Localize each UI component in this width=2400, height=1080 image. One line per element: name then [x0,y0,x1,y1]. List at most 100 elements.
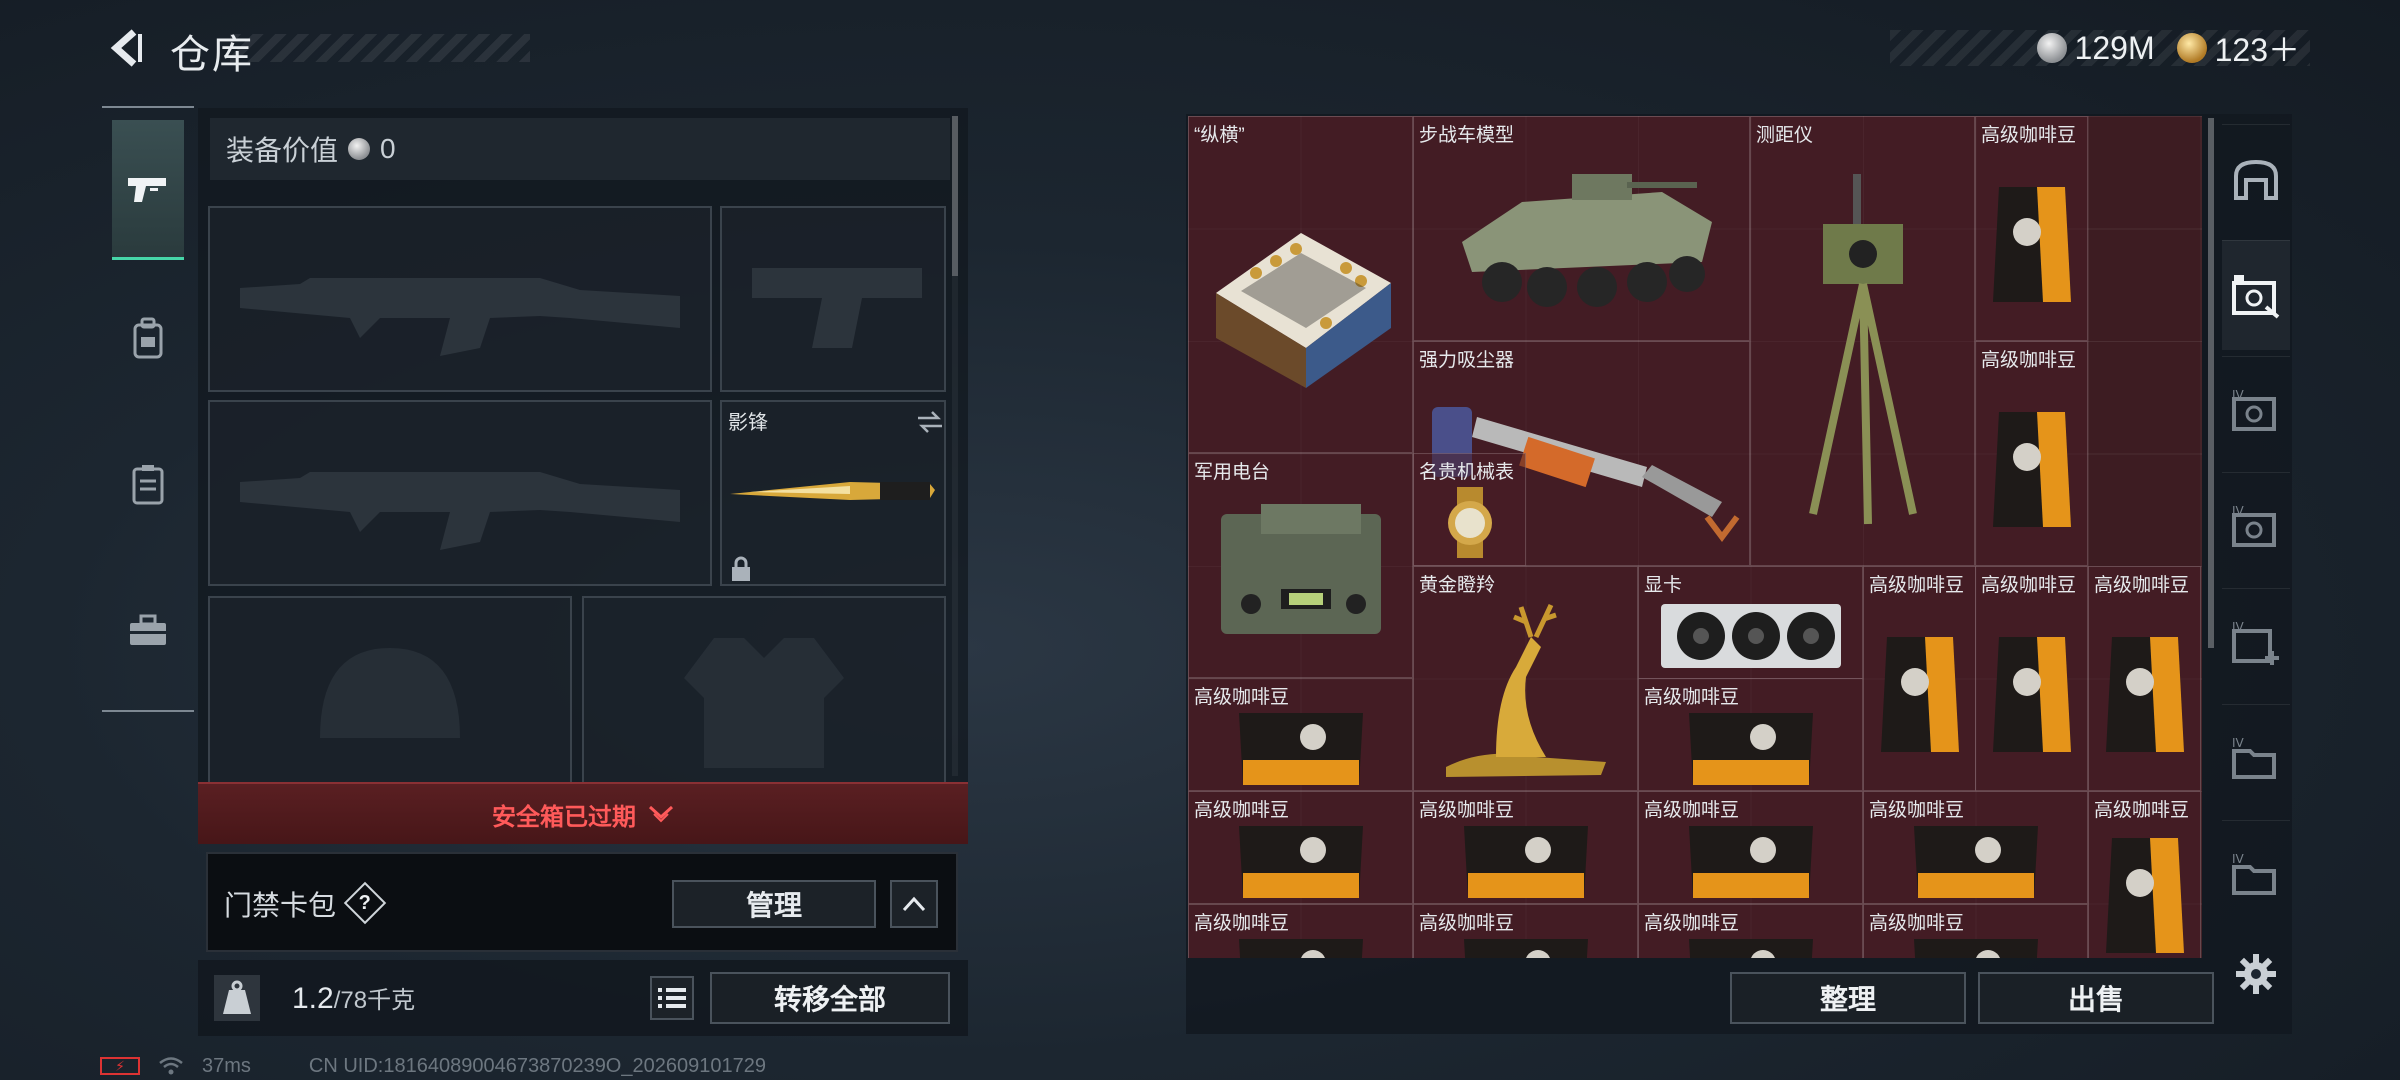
inventory-item[interactable]: 高级咖啡豆 [2088,566,2201,791]
inventory-item[interactable]: 高级咖啡豆 [1188,904,1413,958]
coffee-bag-icon [1864,593,1975,790]
pistol-icon [128,177,166,202]
inventory-item[interactable]: 显卡 [1638,566,1863,679]
tab-weapons[interactable] [112,120,184,260]
toolbox-icon [130,614,166,645]
inventory-item[interactable]: 高级咖啡豆 [2088,791,2201,958]
coffee-bag-flat-icon [1864,818,2087,903]
tab-storage-add[interactable]: IV [2222,588,2290,698]
svg-text:IV: IV [2232,621,2245,634]
weight-readout: 1.2/78千克 [292,980,415,1016]
silver-amount: 129M [2074,29,2155,66]
tab-storage-folder[interactable]: IV [2222,704,2290,814]
back-button[interactable] [100,22,152,74]
inventory-item[interactable]: 测距仪 [1750,116,1975,566]
storage-scrollbar[interactable] [2208,118,2214,648]
coffee-bag-icon [1976,368,2087,565]
coffee-bag-flat-icon [1189,931,1412,958]
sell-button[interactable]: 出售 [1978,972,2214,1024]
tab-all-storage[interactable] [2222,124,2290,234]
system-status-bar: ⚡ 37ms CN UID:18164089004673870239O_2026… [100,1054,766,1078]
transfer-all-button[interactable]: 转移全部 [710,972,950,1024]
swap-icon[interactable] [916,410,944,434]
coffee-bag-flat-icon [1639,705,1862,790]
weight-bag-icon [214,975,260,1021]
safebox-expired-banner[interactable]: 安全箱已过期 [198,782,968,844]
primary-weapon-slot-2[interactable] [208,400,712,586]
storage-folder-icon: IV [2232,737,2276,779]
silver-coin-icon [2036,33,2067,63]
inventory-item[interactable]: 黄金瞪羚 [1413,566,1638,791]
secondary-weapon-slot[interactable] [720,206,946,392]
coffee-bag-icon [1976,143,2087,340]
manage-button[interactable]: 管理 [672,880,876,928]
silver-currency[interactable]: 129M [2036,29,2155,67]
inventory-item[interactable]: 高级咖啡豆 [1863,904,2088,958]
rifle-silhouette-icon [240,278,680,356]
gpu-icon [1639,593,1862,678]
chess-board-icon [1189,143,1412,452]
watch-icon [1414,480,1525,565]
inventory-item[interactable]: 军用电台 [1188,453,1413,678]
page-title: 仓库 [170,33,254,77]
sort-button[interactable]: 整理 [1730,972,1966,1024]
armor-slot[interactable] [582,596,946,786]
inventory-item[interactable]: 高级咖啡豆 [1638,678,1863,791]
tab-storage-folder-2[interactable]: IV [2222,820,2290,930]
settings-button[interactable] [2232,950,2280,998]
tab-vest[interactable] [112,414,184,554]
vest-icon [132,465,164,505]
gold-currency[interactable]: 123＋ [2176,25,2300,71]
inventory-item[interactable]: 高级咖啡豆 [1188,791,1413,904]
collapse-button[interactable] [890,880,938,928]
radio-icon [1189,480,1412,677]
rangefinder-icon [1751,143,1974,565]
chevron-down-icon [648,805,674,823]
helmet-slot[interactable] [208,596,572,786]
equipment-value-label: 装备价值 [226,135,339,166]
melee-name: 影锋 [728,412,768,434]
svg-text:IV: IV [2232,505,2245,518]
tab-storage-4[interactable]: IV [2222,356,2290,466]
coffee-bag-flat-icon [1414,818,1637,903]
storage-grid[interactable]: “纵横” 步战车模型 测距仪 高级咖啡豆 强力吸尘器 高级咖啡豆 军用电台 名贵… [1188,116,2202,958]
melee-slot[interactable]: 影锋 [720,400,946,586]
equipment-scroll-thumb[interactable] [952,116,958,276]
coffee-bag-icon [2089,818,2200,958]
inventory-item[interactable]: 高级咖啡豆 [1975,341,2088,566]
tab-storage-1[interactable] [2222,240,2290,350]
inventory-item[interactable]: 高级咖啡豆 [1188,678,1413,791]
coffee-bag-icon [1976,593,2087,790]
inventory-item[interactable]: 高级咖啡豆 [1863,566,1976,791]
inventory-item[interactable]: 高级咖啡豆 [1863,791,2088,904]
rifle-silhouette-icon [240,472,680,550]
inventory-item[interactable]: 高级咖啡豆 [1975,116,2088,341]
uid-readout: CN UID:18164089004673870239O_20260910172… [308,1054,766,1077]
ifv-model-icon [1414,143,1749,340]
svg-text:IV: IV [2232,853,2245,866]
gear-icon [2236,954,2276,994]
inventory-item[interactable]: 步战车模型 [1413,116,1750,341]
currency-bar: 129M 123＋ [1890,29,2310,68]
svg-text:IV: IV [2232,389,2245,402]
coffee-bag-flat-icon [1189,705,1412,790]
pistol-silhouette-icon [752,268,922,348]
list-view-button[interactable] [650,976,694,1020]
weight-max: /78千克 [333,987,416,1014]
coffee-bag-flat-icon [1189,818,1412,903]
tab-backpack[interactable] [112,268,184,408]
inventory-item[interactable]: 高级咖啡豆 [1638,904,1863,958]
svg-text:IV: IV [2232,737,2245,750]
back-arrow-icon [110,29,142,67]
primary-weapon-slot-1[interactable] [208,206,712,392]
tab-toolbox[interactable] [112,560,184,700]
inventory-item[interactable]: 高级咖啡豆 [1413,791,1638,904]
knife-icon [730,482,935,500]
inventory-item[interactable]: 高级咖啡豆 [1638,791,1863,904]
coffee-bag-flat-icon [1414,931,1637,958]
inventory-item[interactable]: 名贵机械表 [1413,453,1526,566]
inventory-item[interactable]: “纵横” [1188,116,1413,453]
tab-storage-4b[interactable]: IV [2222,472,2290,582]
inventory-item[interactable]: 高级咖啡豆 [1975,566,2088,791]
inventory-item[interactable]: 高级咖啡豆 [1413,904,1638,958]
